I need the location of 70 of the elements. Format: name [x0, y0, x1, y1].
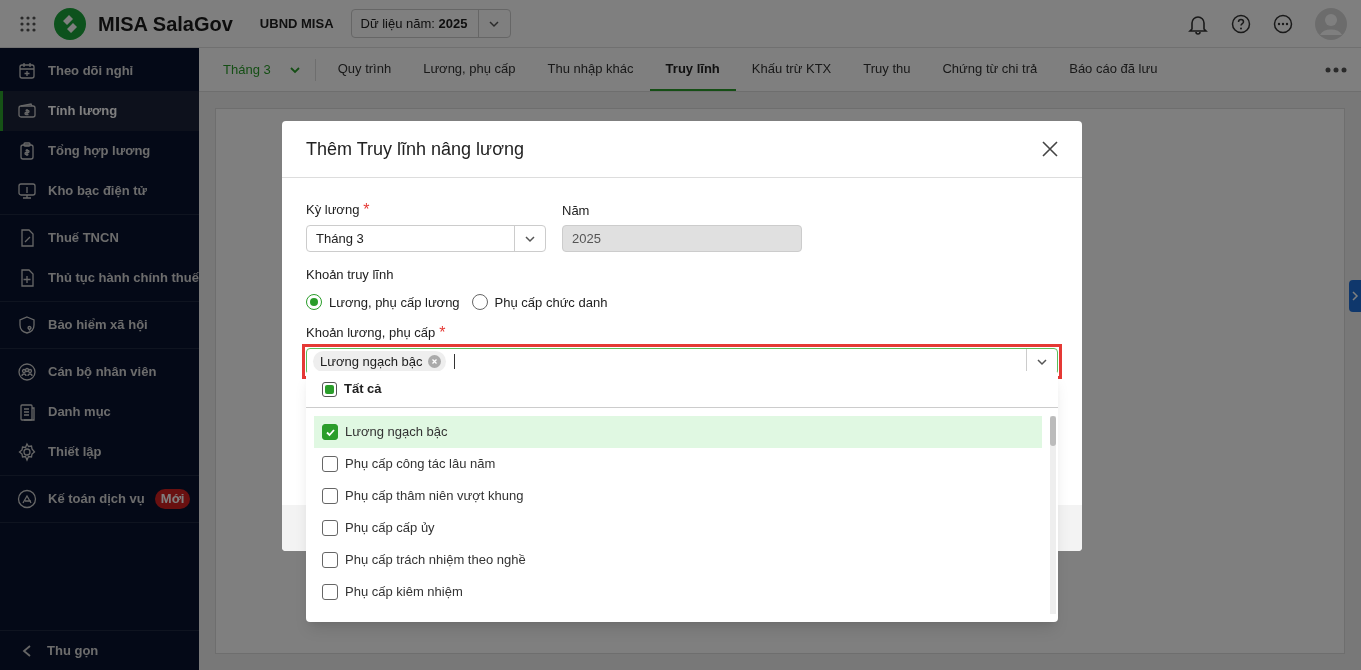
- option-item[interactable]: Phụ cấp công tác lâu năm: [314, 448, 1042, 480]
- select-all-option[interactable]: Tất cả: [306, 371, 1058, 408]
- sidebar-item[interactable]: Thiết lập: [0, 432, 199, 472]
- text-cursor: [453, 354, 455, 369]
- close-icon[interactable]: [1042, 141, 1058, 157]
- period-selector[interactable]: Tháng 3: [223, 58, 316, 81]
- calendar-icon: [17, 61, 37, 81]
- radio-option[interactable]: Phụ cấp chức danh: [471, 292, 608, 312]
- option-item[interactable]: Phụ cấp kiêm nhiệm: [314, 576, 1042, 608]
- clipboard-icon: [17, 141, 37, 161]
- sidebar-item[interactable]: Cán bộ nhân viên: [0, 352, 199, 392]
- settings-icon: [17, 442, 37, 462]
- tab[interactable]: Truy thu: [847, 48, 927, 91]
- documents-icon: [17, 402, 37, 422]
- unit-name: UBND MISA: [259, 14, 334, 33]
- sidebar-item[interactable]: Theo dõi nghỉ: [0, 51, 199, 91]
- more-horizontal-icon[interactable]: [1325, 66, 1347, 73]
- year-selector[interactable]: Dữ liệu năm: 2025: [350, 9, 511, 38]
- apps-grid-icon[interactable]: [20, 15, 36, 32]
- checkbox[interactable]: [322, 381, 337, 397]
- year-selector-label: Dữ liệu năm: 2025: [359, 14, 469, 33]
- sidebar-item[interactable]: Tổng hợp lương: [0, 131, 199, 171]
- sidebar-item[interactable]: Bảo hiểm xã hội: [0, 305, 199, 345]
- checkbox[interactable]: [322, 488, 338, 504]
- selected-tag: Lương ngạch bậc: [313, 351, 446, 372]
- tab[interactable]: Thu nhập khác: [531, 48, 650, 91]
- help-icon[interactable]: [1231, 13, 1251, 34]
- side-panel-toggle[interactable]: [1349, 280, 1361, 312]
- more-icon[interactable]: [1273, 13, 1293, 34]
- tab[interactable]: Quy trình: [321, 48, 408, 91]
- checkbox[interactable]: [322, 520, 338, 536]
- tab[interactable]: Chứng từ chi trả: [926, 48, 1054, 91]
- option-item[interactable]: Phụ cấp thâm niên vượt khung: [314, 480, 1042, 512]
- people-icon: [17, 362, 37, 382]
- radio-option[interactable]: Lương, phụ cấp lương: [306, 292, 460, 312]
- sidebar-item[interactable]: Thuế TNCN: [0, 218, 199, 258]
- field-label: Khoản lương, phụ cấp: [306, 324, 436, 343]
- circle-logo-icon: [17, 489, 37, 509]
- option-item[interactable]: Phụ cấp trách nhiệm theo nghề: [314, 544, 1042, 576]
- field-label: Năm: [562, 202, 591, 219]
- sidebar-item[interactable]: Thủ tục hành chính thuế: [0, 258, 199, 298]
- scrollbar[interactable]: [1050, 416, 1056, 614]
- required-mark: *: [363, 200, 370, 220]
- dialog-title: Thêm Truy lĩnh nâng lương: [306, 137, 524, 161]
- chevron-right-icon: [1351, 291, 1359, 301]
- checkbox[interactable]: [322, 456, 338, 472]
- shield-icon: [17, 315, 37, 335]
- field-label: Kỳ lương: [306, 201, 360, 220]
- required-mark: *: [439, 323, 446, 343]
- checkbox[interactable]: [322, 552, 338, 568]
- field-label: Khoản truy lĩnh: [306, 266, 395, 284]
- collapse-button[interactable]: Thu gọn: [0, 630, 199, 670]
- checkbox[interactable]: [322, 584, 338, 600]
- period-dropdown[interactable]: Tháng 3: [306, 225, 546, 252]
- new-badge: Mới: [154, 489, 191, 509]
- tab[interactable]: Truy lĩnh: [649, 48, 736, 91]
- tab[interactable]: Khấu trừ KTX: [735, 48, 848, 91]
- sidebar-item[interactable]: Kế toán dịch vụ Mới: [0, 479, 199, 519]
- wallet-icon: [17, 101, 37, 121]
- checkbox[interactable]: [322, 424, 338, 440]
- monitor-icon: [17, 181, 37, 201]
- tab[interactable]: Báo cáo đã lưu: [1053, 48, 1174, 91]
- sidebar-item[interactable]: Danh mục: [0, 392, 199, 432]
- option-item[interactable]: Lương ngạch bậc: [314, 416, 1042, 448]
- tab[interactable]: Lương, phụ cấp: [407, 48, 532, 91]
- app-logo-icon: [54, 7, 86, 40]
- sidebar-item[interactable]: Tính lương: [0, 91, 199, 131]
- sidebar-item[interactable]: Kho bạc điện tử: [0, 171, 199, 211]
- app-name: MISA SalaGov: [98, 11, 233, 37]
- option-item[interactable]: Phụ cấp cấp ủy: [314, 512, 1042, 544]
